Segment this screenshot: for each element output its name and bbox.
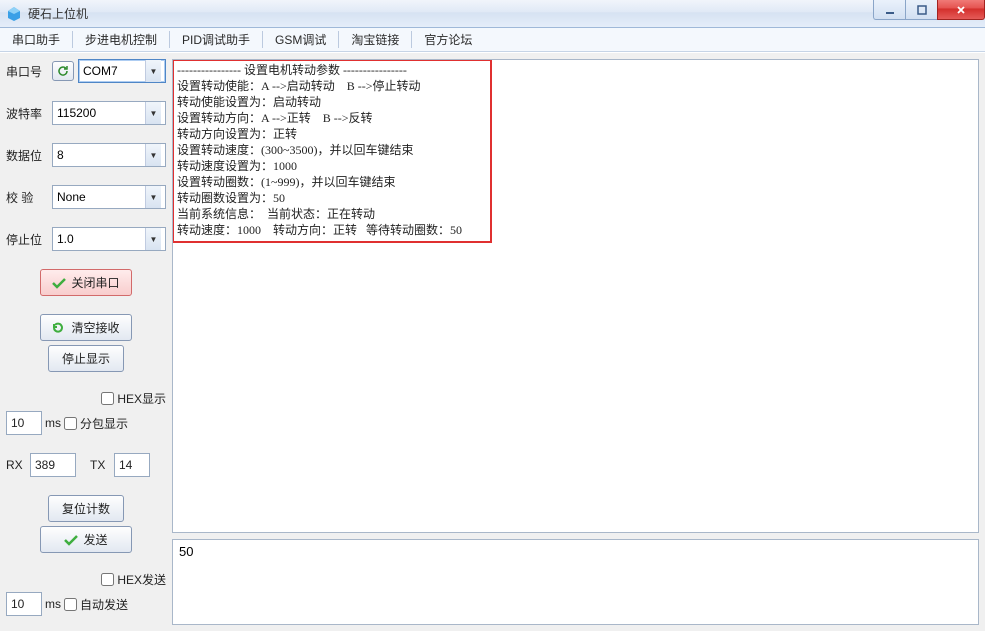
baud-value: 115200 (57, 106, 96, 120)
window-buttons (873, 0, 985, 20)
content-area: 串口号 COM7 ▼ 波特率 115200 ▼ 数据位 (0, 52, 985, 631)
log-line: 转动速度设置为：1000 (177, 158, 974, 174)
dropdown-arrow-icon: ▼ (145, 228, 161, 250)
menu-bar: 串口助手 步进电机控制 PID调试助手 GSM调试 淘宝链接 官方论坛 (0, 28, 985, 52)
hex-send-label: HEX发送 (117, 571, 166, 588)
tx-value: 14 (119, 458, 132, 472)
sidebar: 串口号 COM7 ▼ 波特率 115200 ▼ 数据位 (6, 59, 166, 625)
databits-value: 8 (57, 148, 64, 162)
hex-send-checkbox[interactable] (101, 573, 114, 586)
databits-label: 数据位 (6, 147, 46, 164)
tx-counter: 14 (114, 453, 150, 477)
auto-send-label: 自动发送 (80, 596, 128, 613)
send-textarea[interactable]: 50 (172, 539, 979, 625)
tx-label: TX (90, 458, 110, 472)
parity-select[interactable]: None ▼ (52, 185, 166, 209)
log-line: 转动圈数设置为：50 (177, 190, 974, 206)
hex-display-label: HEX显示 (117, 390, 166, 407)
app-icon (6, 6, 22, 22)
check-icon (64, 534, 78, 546)
log-line: 转动方向设置为：正转 (177, 126, 974, 142)
refresh-icon (57, 65, 69, 77)
close-port-button[interactable]: 关闭串口 (40, 269, 132, 296)
dropdown-arrow-icon: ▼ (145, 144, 161, 166)
clear-recv-label: 清空接收 (71, 319, 119, 336)
log-line: ---------------- 设置电机转动参数 --------------… (177, 62, 974, 78)
menu-item[interactable]: 官方论坛 (414, 28, 482, 51)
rx-label: RX (6, 458, 26, 472)
port-value: COM7 (83, 64, 118, 78)
reset-count-button[interactable]: 复位计数 (48, 495, 124, 522)
interval-b-value: 10 (11, 597, 24, 611)
menu-item[interactable]: 步进电机控制 (75, 28, 167, 51)
clear-icon (52, 322, 66, 334)
reset-count-label: 复位计数 (62, 500, 110, 517)
log-line: 当前系统信息： 当前状态：正在转动 (177, 206, 974, 222)
main-panel: ---------------- 设置电机转动参数 --------------… (172, 59, 979, 625)
menu-item[interactable]: 串口助手 (2, 28, 70, 51)
interval-a-input[interactable]: 10 (6, 411, 42, 435)
window-title: 硬石上位机 (28, 5, 88, 22)
menu-separator (169, 31, 170, 48)
split-display-label: 分包显示 (80, 415, 128, 432)
log-line: 设置转动圈数：(1~999)，并以回车键结束 (177, 174, 974, 190)
minimize-button[interactable] (873, 0, 905, 20)
maximize-button[interactable] (905, 0, 937, 20)
receive-log[interactable]: ---------------- 设置电机转动参数 --------------… (172, 59, 979, 533)
menu-item[interactable]: GSM调试 (265, 28, 336, 51)
log-line: 转动使能设置为：启动转动 (177, 94, 974, 110)
parity-value: None (57, 190, 86, 204)
stop-display-button[interactable]: 停止显示 (48, 345, 124, 372)
send-value: 50 (179, 544, 193, 559)
menu-separator (411, 31, 412, 48)
dropdown-arrow-icon: ▼ (145, 60, 161, 82)
log-line: 设置转动使能：A -->启动转动 B -->停止转动 (177, 78, 974, 94)
interval-a-value: 10 (11, 416, 24, 430)
menu-separator (262, 31, 263, 48)
log-line: 转动速度：1000 转动方向：正转 等待转动圈数：50 (177, 222, 974, 238)
refresh-port-button[interactable] (52, 61, 74, 81)
stopbits-label: 停止位 (6, 231, 46, 248)
baud-select[interactable]: 115200 ▼ (52, 101, 166, 125)
ms-label-a: ms (45, 416, 61, 430)
menu-item[interactable]: PID调试助手 (172, 28, 260, 51)
menu-separator (338, 31, 339, 48)
port-label: 串口号 (6, 63, 46, 80)
port-select[interactable]: COM7 ▼ (78, 59, 166, 83)
clear-recv-button[interactable]: 清空接收 (40, 314, 132, 341)
rx-counter: 389 (30, 453, 76, 477)
send-button[interactable]: 发送 (40, 526, 132, 553)
auto-send-checkbox[interactable] (64, 598, 77, 611)
log-line: 设置转动速度：(300~3500)，并以回车键结束 (177, 142, 974, 158)
menu-separator (72, 31, 73, 48)
close-port-label: 关闭串口 (71, 274, 119, 291)
title-bar: 硬石上位机 (0, 0, 985, 28)
parity-label: 校 验 (6, 189, 46, 206)
baud-label: 波特率 (6, 105, 46, 122)
menu-item[interactable]: 淘宝链接 (341, 28, 409, 51)
stopbits-select[interactable]: 1.0 ▼ (52, 227, 166, 251)
interval-b-input[interactable]: 10 (6, 592, 42, 616)
rx-value: 389 (35, 458, 55, 472)
databits-select[interactable]: 8 ▼ (52, 143, 166, 167)
split-display-checkbox[interactable] (64, 417, 77, 430)
send-label: 发送 (83, 531, 107, 548)
stopbits-value: 1.0 (57, 232, 74, 246)
dropdown-arrow-icon: ▼ (145, 102, 161, 124)
hex-display-checkbox[interactable] (101, 392, 114, 405)
ms-label-b: ms (45, 597, 61, 611)
dropdown-arrow-icon: ▼ (145, 186, 161, 208)
log-line: 设置转动方向：A -->正转 B -->反转 (177, 110, 974, 126)
stop-display-label: 停止显示 (62, 350, 110, 367)
close-button[interactable] (937, 0, 985, 20)
check-icon (52, 277, 66, 289)
